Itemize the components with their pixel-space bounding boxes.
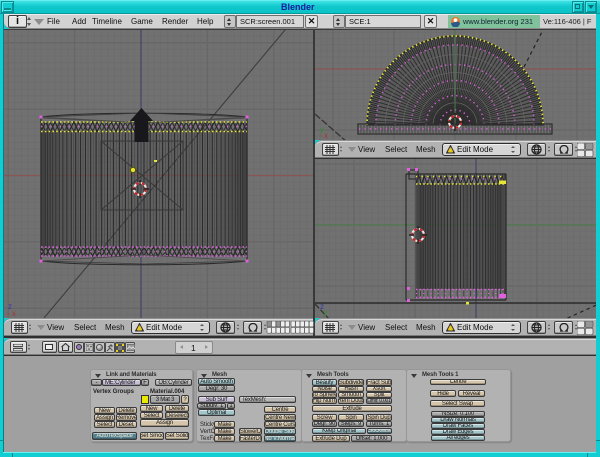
svg-text:- x: - x xyxy=(7,309,16,318)
svg-text:y: y xyxy=(323,308,327,317)
svg-text:- x: - x xyxy=(319,131,328,140)
